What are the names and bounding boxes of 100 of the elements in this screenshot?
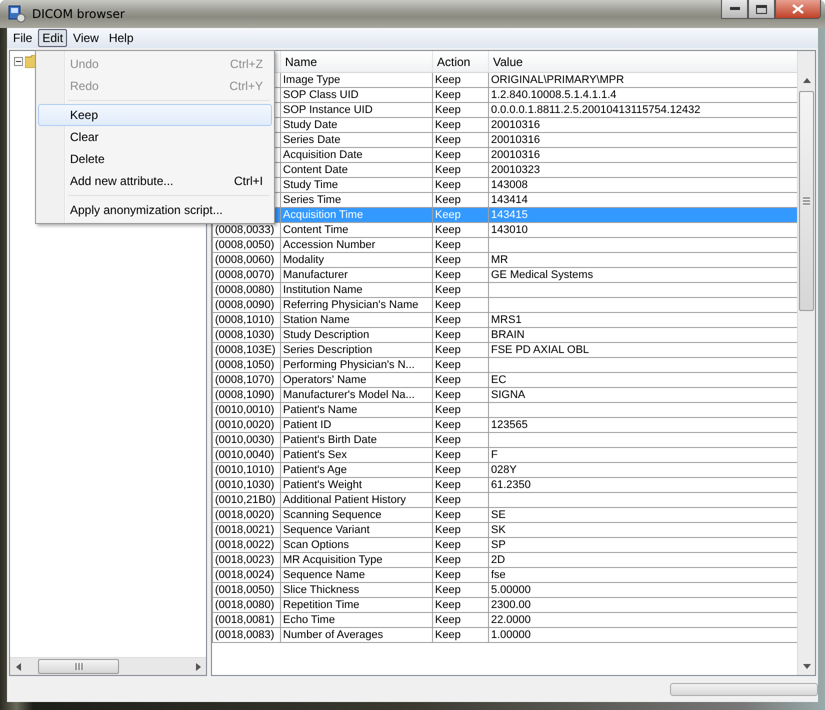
action-cell: Keep xyxy=(435,254,461,266)
menu-option[interactable]: Clear xyxy=(38,126,272,148)
minimize-button[interactable] xyxy=(721,0,748,19)
name-cell: Scanning Sequence xyxy=(283,508,382,520)
name-cell: Referring Physician's Name xyxy=(283,298,418,310)
action-cell: Keep xyxy=(435,208,461,220)
tag-cell: (0010,1010) xyxy=(215,464,274,476)
name-cell: Performing Physician's N... xyxy=(283,358,415,370)
value-cell: SP xyxy=(491,538,506,550)
tag-cell: (0018,0021) xyxy=(215,524,274,536)
tag-cell: (0018,0022) xyxy=(215,538,274,550)
action-cell: Keep xyxy=(435,628,461,640)
action-cell: Keep xyxy=(435,614,461,626)
minimize-icon xyxy=(730,7,740,11)
action-cell: Keep xyxy=(435,298,461,310)
column-header[interactable]: Name xyxy=(280,51,432,72)
horizontal-scrollbar[interactable] xyxy=(10,657,206,675)
value-cell: 1.2.840.10008.5.1.4.1.1.4 xyxy=(491,88,616,100)
action-cell: Keep xyxy=(435,344,461,356)
scroll-right-icon[interactable] xyxy=(196,662,200,670)
scroll-up-icon[interactable] xyxy=(802,78,810,83)
value-cell: 22.0000 xyxy=(491,614,531,626)
tag-cell: (0010,1030) xyxy=(215,478,274,490)
name-cell: Patient's Birth Date xyxy=(283,434,377,446)
menu-option[interactable]: Delete xyxy=(38,148,272,170)
column-header[interactable]: Value xyxy=(488,51,797,72)
value-cell: 2D xyxy=(491,554,506,566)
action-cell: Keep xyxy=(435,404,461,416)
menu-item[interactable]: Edit xyxy=(38,29,68,47)
tag-cell: (0018,0083) xyxy=(215,628,274,640)
action-cell: Keep xyxy=(435,178,461,190)
name-cell: Image Type xyxy=(283,74,340,86)
tag-cell: (0018,0081) xyxy=(215,614,274,626)
value-cell: 20010316 xyxy=(491,134,540,146)
scrollbar-thumb[interactable] xyxy=(799,91,814,311)
name-cell: Content Date xyxy=(283,164,348,176)
tag-cell: (0018,0020) xyxy=(215,508,274,520)
action-cell: Keep xyxy=(435,74,461,86)
action-cell: Keep xyxy=(435,538,461,550)
name-cell: Operators' Name xyxy=(283,374,366,386)
menu-item[interactable]: View xyxy=(69,29,103,47)
name-cell: Patient's Name xyxy=(283,404,358,416)
maximize-button[interactable] xyxy=(748,0,775,19)
name-cell: Patient's Age xyxy=(283,464,347,476)
tag-cell: (0008,0070) xyxy=(215,268,274,280)
tag-cell: (0008,1090) xyxy=(215,388,274,400)
vertical-scrollbar[interactable] xyxy=(797,51,815,675)
tag-cell: (0010,0010) xyxy=(215,404,274,416)
value-cell: 5.00000 xyxy=(491,584,531,596)
tag-cell: (0008,0033) xyxy=(215,224,274,236)
value-cell: EC xyxy=(491,374,506,386)
value-cell: 028Y xyxy=(491,464,517,476)
collapse-icon[interactable] xyxy=(14,57,23,66)
action-cell: Keep xyxy=(435,194,461,206)
menu-option[interactable]: Apply anonymization script... xyxy=(38,199,272,221)
shortcut-label: Ctrl+Y xyxy=(229,79,263,93)
action-cell: Keep xyxy=(435,88,461,100)
value-cell: 61.2350 xyxy=(491,478,531,490)
tag-cell: (0008,1070) xyxy=(215,374,274,386)
action-cell: Keep xyxy=(435,224,461,236)
name-cell: Sequence Name xyxy=(283,568,365,580)
action-cell: Keep xyxy=(435,464,461,476)
action-cell: Keep xyxy=(435,118,461,130)
tag-cell: (0010,0020) xyxy=(215,418,274,430)
name-cell: Series Description xyxy=(283,344,372,356)
menu-option[interactable]: Keep xyxy=(38,104,272,126)
value-cell: 0.0.0.0.1.8811.2.5.20010413115754.12432 xyxy=(491,104,700,116)
tag-cell: (0010,0040) xyxy=(215,448,274,460)
name-cell: Sequence Variant xyxy=(283,524,370,536)
name-cell: Patient's Sex xyxy=(283,448,347,460)
shortcut-label: Ctrl+I xyxy=(234,174,263,188)
action-cell: Keep xyxy=(435,134,461,146)
action-cell: Keep xyxy=(435,478,461,490)
value-cell: MRS1 xyxy=(491,314,522,326)
menu-item[interactable]: File xyxy=(9,29,36,47)
action-cell: Keep xyxy=(435,494,461,506)
column-header[interactable]: Action xyxy=(432,51,488,72)
menu-option[interactable]: Add new attribute... Ctrl+I xyxy=(38,170,272,192)
value-cell: BRAIN xyxy=(491,328,525,340)
scrollbar-thumb[interactable] xyxy=(38,659,119,674)
scroll-down-icon[interactable] xyxy=(802,664,810,669)
name-cell: SOP Instance UID xyxy=(283,104,373,116)
name-cell: Study Time xyxy=(283,178,338,190)
action-cell: Keep xyxy=(435,584,461,596)
tag-cell: (0010,21B0) xyxy=(215,494,276,506)
name-cell: Manufacturer's Model Na... xyxy=(283,388,415,400)
value-cell: ORIGINAL\PRIMARY\MPR xyxy=(491,74,624,86)
value-cell: SE xyxy=(491,508,506,520)
window-title: DICOM browser xyxy=(32,7,126,21)
tag-cell: (0008,1010) xyxy=(215,314,274,326)
value-cell: 143010 xyxy=(491,224,528,236)
name-cell: Acquisition Date xyxy=(283,148,362,160)
close-button[interactable] xyxy=(775,0,821,19)
value-cell: F xyxy=(491,448,498,460)
scroll-left-icon[interactable] xyxy=(16,662,20,670)
value-cell: GE Medical Systems xyxy=(491,268,594,280)
menu-item[interactable]: Help xyxy=(104,29,138,47)
tag-cell: (0010,0030) xyxy=(215,434,274,446)
app-icon xyxy=(8,5,26,23)
maximize-icon xyxy=(756,4,767,14)
